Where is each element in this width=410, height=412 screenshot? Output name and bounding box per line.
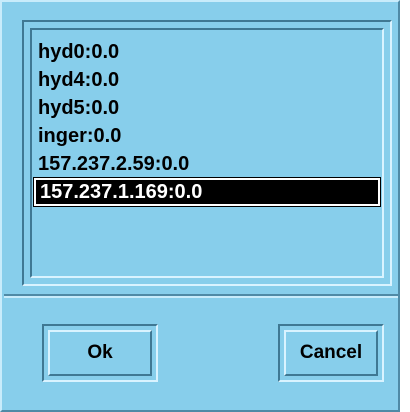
- list-item-inger[interactable]: inger:0.0: [34, 122, 380, 150]
- display-selection-dialog: hyd0:0.0 hyd4:0.0 hyd5:0.0 inger:0.0 157…: [0, 0, 400, 412]
- list-item-hyd4[interactable]: hyd4:0.0: [34, 66, 380, 94]
- ok-button[interactable]: Ok: [48, 330, 152, 376]
- list-item-hyd0[interactable]: hyd0:0.0: [34, 38, 380, 66]
- cancel-button-frame: Cancel: [278, 324, 384, 382]
- list-item-157-237-1-169[interactable]: 157.237.1.169:0.0: [33, 177, 381, 207]
- cancel-button[interactable]: Cancel: [284, 330, 378, 376]
- list-item-157-237-2-59[interactable]: 157.237.2.59:0.0: [34, 150, 380, 178]
- ok-button-frame: Ok: [42, 324, 158, 382]
- list-item-hyd5[interactable]: hyd5:0.0: [34, 94, 380, 122]
- separator: [4, 294, 398, 298]
- display-list-viewport: hyd0:0.0 hyd4:0.0 hyd5:0.0 inger:0.0 157…: [30, 28, 384, 278]
- display-list[interactable]: hyd0:0.0 hyd4:0.0 hyd5:0.0 inger:0.0 157…: [22, 20, 392, 286]
